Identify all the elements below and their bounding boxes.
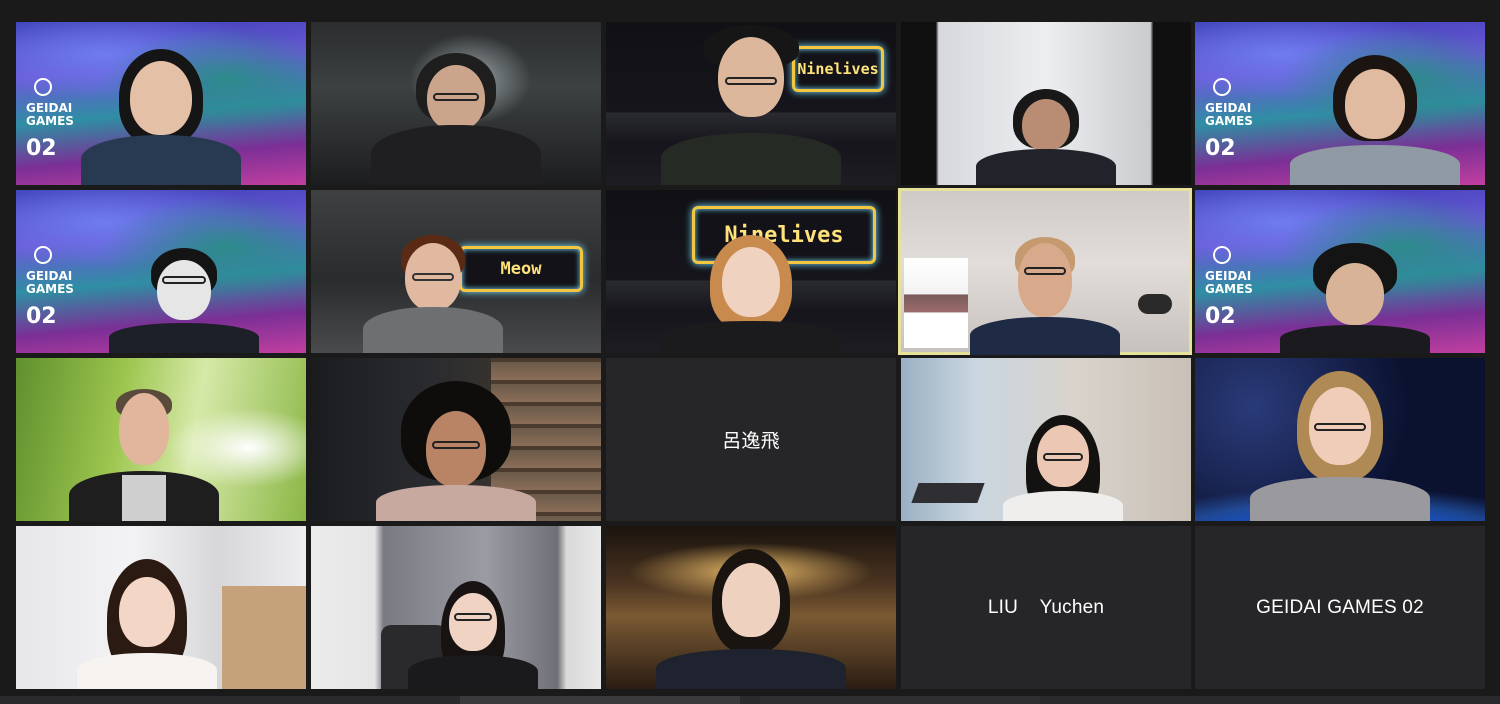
overlay-number: 02 [26,136,57,161]
geidai-logo-icon [34,78,52,96]
geidai-overlay: GEIDAI GAMES 02 [1205,78,1253,161]
participant-video [1289,55,1460,185]
microphone-icon [1138,294,1172,314]
participant-tile-11[interactable] [16,358,306,521]
participant-video [371,35,541,185]
participant-tile-4[interactable] [901,22,1191,185]
bottom-scroll-strip[interactable] [0,696,1500,704]
participant-video [971,85,1121,185]
participant-tile-17[interactable] [311,526,601,689]
participant-tile-16[interactable] [16,526,306,689]
geidai-overlay: GEIDAI GAMES 02 [26,246,74,329]
overlay-number: 02 [1205,136,1236,161]
cardboard-box [222,586,306,689]
laptop [911,483,985,503]
participant-tile-3[interactable]: Ninelives [606,22,896,185]
geidai-logo-icon [34,246,52,264]
participant-video [81,35,241,185]
participant-tile-10[interactable]: GEIDAI GAMES 02 [1195,190,1485,353]
participant-video [68,389,219,521]
participant-tile-19-video-off[interactable]: LIU Yuchen [901,526,1191,689]
geidai-overlay: GEIDAI GAMES 02 [1205,246,1253,329]
participant-name: LIU Yuchen [987,596,1105,618]
participant-tile-14[interactable] [901,358,1191,521]
overlay-title: GEIDAI GAMES [26,101,74,128]
participant-name: GEIDAI GAMES 02 [1256,596,1424,618]
participant-tile-7[interactable]: Meow [311,190,601,353]
overlay-title: GEIDAI GAMES [1205,101,1253,128]
participant-video [358,233,508,353]
participant-tile-9-active-speaker[interactable] [898,188,1192,355]
participant-tile-15[interactable] [1195,358,1485,521]
bookshelf [904,258,968,348]
participant-tile-5[interactable]: GEIDAI GAMES 02 [1195,22,1485,185]
participant-tile-12[interactable] [311,358,601,521]
participant-name: 呂逸飛 [722,431,780,452]
participant-video [661,25,841,185]
participant-tile-20-video-off[interactable]: GEIDAI GAMES 02 [1195,526,1485,689]
participant-tile-1[interactable]: GEIDAI GAMES 02 [16,22,306,185]
overlay-number: 02 [26,304,57,329]
gallery-view: GEIDAI GAMES 02 Ninelives GEIDAI GAMES 0… [0,0,1500,704]
participant-video [109,248,260,353]
scroll-track-segment [760,696,1040,704]
participant-tile-2[interactable] [311,22,601,185]
geidai-logo-icon [1213,78,1231,96]
participant-tile-8[interactable]: Ninelives [606,190,896,353]
participant-video [403,581,543,689]
geidai-overlay: GEIDAI GAMES 02 [26,78,74,161]
participant-tile-13-video-off[interactable]: 呂逸飛 [606,358,896,521]
scroll-thumb[interactable] [460,696,740,704]
participant-video [1250,371,1430,521]
participant-tile-18[interactable] [606,526,896,689]
overlay-title: GEIDAI GAMES [26,269,74,296]
overlay-title: GEIDAI GAMES [1205,269,1253,296]
participant-tile-6[interactable]: GEIDAI GAMES 02 [16,190,306,353]
participant-video [72,559,222,689]
participant-video [1275,243,1435,353]
overlay-number: 02 [1205,304,1236,329]
participant-video [998,415,1128,521]
geidai-logo-icon [1213,246,1231,264]
participant-video [656,549,846,689]
participant-video [661,235,841,353]
participant-video [376,381,536,521]
participant-video [970,237,1120,355]
